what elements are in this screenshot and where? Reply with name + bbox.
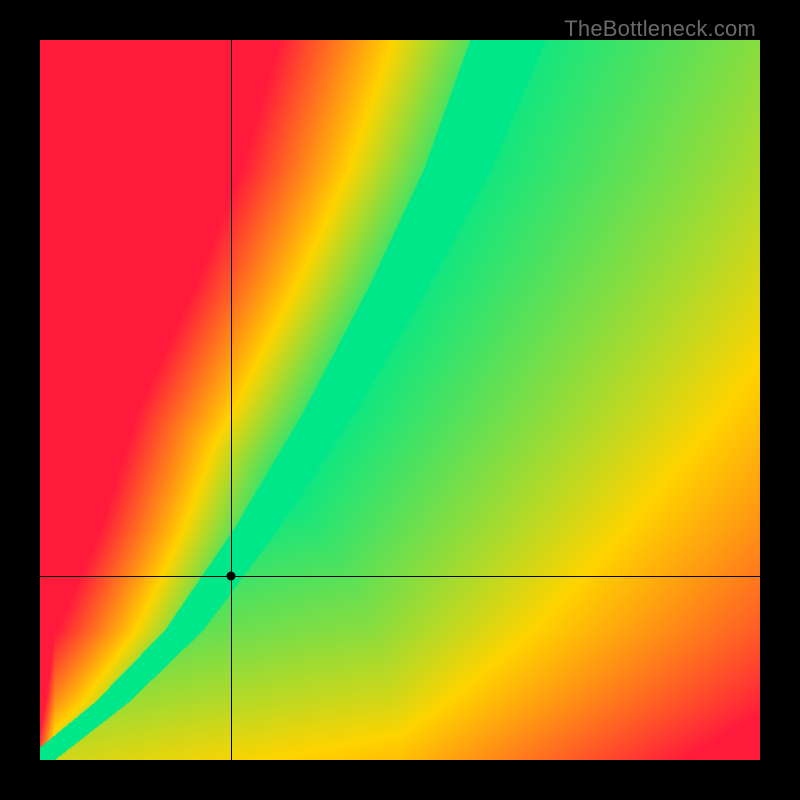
plot-area xyxy=(40,40,760,760)
crosshair-horizontal xyxy=(40,576,760,577)
marker-dot xyxy=(226,572,235,581)
chart-container: TheBottleneck.com xyxy=(0,0,800,800)
watermark-text: TheBottleneck.com xyxy=(564,16,756,42)
heatmap-canvas xyxy=(40,40,760,760)
crosshair-vertical xyxy=(231,40,232,760)
